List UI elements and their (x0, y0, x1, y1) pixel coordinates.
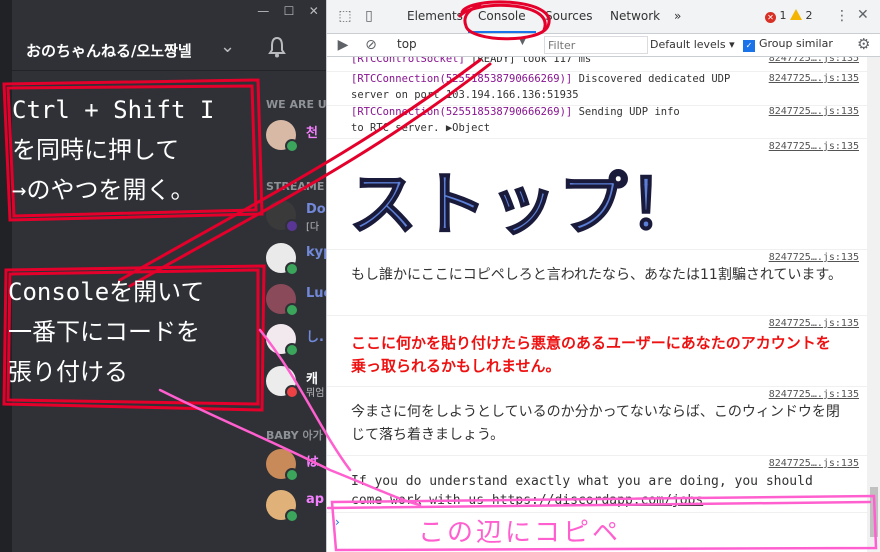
context-selector[interactable]: top (397, 37, 417, 51)
member-item[interactable]: ap (266, 490, 326, 526)
error-icon: ✕ (765, 12, 776, 23)
console-annotation: Consoleを開いて 一番下にコードを 張り付ける (8, 272, 204, 392)
paste-here-annotation: この辺にコピペ (418, 518, 622, 548)
stop-warning-title: ストップ！ (348, 165, 700, 246)
source-link[interactable]: 8247725….js:135 (769, 389, 859, 400)
annotation-line: 張り付ける (8, 358, 128, 386)
member-item[interactable]: Luc (266, 284, 331, 320)
annotation-line: Ctrl + Shift I (12, 96, 215, 124)
status-online-icon (285, 343, 299, 357)
source-link[interactable]: 8247725….js:135 (769, 141, 859, 152)
group-similar-label: Group similar (759, 37, 833, 50)
devtools-tabbar: ⬚ ▯ Elements Console Sources Network » ✕… (327, 0, 880, 34)
tab-sources[interactable]: Sources (535, 0, 602, 33)
close-devtools-icon[interactable]: ✕ (857, 7, 869, 23)
annotation-line: 一番下にコードを (8, 318, 200, 346)
log-tag: [RTCConnection(525518538790666269)] (351, 106, 573, 118)
log-tag: [RTCConnection(525518538790666269)] (351, 73, 573, 85)
maximize-button[interactable]: ☐ (284, 4, 295, 22)
sidebar-toggle-icon[interactable]: ▶ (335, 37, 351, 53)
tab-console[interactable]: Console (468, 0, 536, 33)
status-online-icon (285, 509, 299, 523)
member-activity: 뭐엄 (306, 388, 325, 399)
console-message: [RTCConnection(525518538790666269)] Disc… (327, 71, 867, 106)
log-levels-dropdown[interactable]: Default levels ▾ (650, 38, 735, 51)
annotation-line: を同時に押して (12, 136, 180, 164)
status-streaming-icon (285, 219, 299, 233)
member-item[interactable]: 캐 뭐엄 (266, 366, 326, 402)
member-item[interactable]: は (266, 449, 326, 485)
gear-icon[interactable]: ⚙ (857, 35, 870, 53)
member-name: Do (306, 202, 326, 217)
annotation-line: Consoleを開いて (8, 278, 205, 306)
tab-network[interactable]: Network (600, 0, 670, 33)
console-message: 8247725….js:135 If you do understand exa… (327, 456, 867, 513)
source-link[interactable]: 8247725….js:135 (769, 318, 859, 329)
close-window-button[interactable]: ✕ (309, 4, 319, 22)
console-message: 8247725….js:135 ストップ！ (327, 139, 867, 250)
console-output[interactable]: [RTCControlSocket] [READY] took 117 ms 8… (327, 57, 867, 552)
console-toolbar: ▶ ⊘ top ▼ Default levels ▾ ✓ Group simila… (327, 34, 880, 57)
member-section-streaming: STREAME (266, 180, 325, 193)
source-link[interactable]: 8247725….js:135 (769, 252, 859, 263)
jobs-link[interactable]: https://discordapp.com/jobs (492, 493, 703, 508)
source-link[interactable]: 8247725….js:135 (769, 73, 859, 84)
log-levels-label: Default levels (650, 38, 726, 51)
member-section-we-are: WE ARE U (266, 98, 327, 111)
console-message: [RTCConnection(525518538790666269)] Send… (327, 104, 867, 139)
devtools-panel: ⬚ ▯ Elements Console Sources Network » ✕… (326, 0, 880, 552)
shortcut-annotation: Ctrl + Shift I を同時に押して →のやつを開く。 (12, 90, 214, 210)
tab-elements[interactable]: Elements (397, 0, 473, 33)
server-name: おのちゃんねる/오노짱넬 (26, 42, 192, 60)
warning-count: 2 (805, 9, 813, 22)
scrollbar-thumb[interactable] (870, 487, 878, 537)
log-text: [READY] took 117 ms (464, 57, 592, 65)
member-item[interactable]: Do [다 (266, 200, 326, 236)
source-link[interactable]: 8247725….js:135 (769, 106, 859, 117)
issue-counter[interactable]: ✕ 1 2 (765, 9, 813, 23)
member-item[interactable]: し. (266, 324, 326, 360)
filter-input[interactable] (544, 36, 648, 54)
error-count: 1 (779, 9, 787, 22)
console-message: 8247725….js:135 もし誰かにここにコピペしろと言われたなら、あなた… (327, 250, 867, 316)
member-name: ap (306, 492, 325, 507)
log-tag: [RTCControlSocket] (351, 57, 465, 65)
inspect-element-icon[interactable]: ⬚ (337, 8, 353, 24)
console-message: 8247725….js:135 ここに何かを貼り付けたら悪意のあるユーザーにあな… (327, 316, 867, 387)
source-link[interactable]: 8247725….js:135 (769, 57, 859, 64)
status-online-icon (285, 303, 299, 317)
device-toolbar-icon[interactable]: ▯ (361, 8, 377, 24)
status-dnd-icon (285, 385, 299, 399)
clear-console-icon[interactable]: ⊘ (363, 37, 379, 53)
member-item[interactable]: 천 (266, 120, 326, 156)
window-controls: — ☐ ✕ (250, 4, 326, 22)
warning-icon (790, 9, 802, 20)
member-activity: [다 (306, 222, 320, 233)
annotation-line: →のやつを開く。 (12, 176, 195, 204)
minimize-button[interactable]: — (257, 4, 269, 22)
more-tabs-button[interactable]: » (664, 0, 691, 33)
source-link[interactable]: 8247725….js:135 (769, 458, 859, 469)
console-prompt-icon[interactable]: › (335, 515, 340, 529)
chevron-down-icon[interactable]: ⌄ (220, 36, 235, 57)
checkbox-checked-icon: ✓ (743, 40, 755, 52)
bell-icon[interactable] (268, 36, 286, 58)
status-online-icon (285, 468, 299, 482)
status-online-icon (285, 262, 299, 276)
member-section-baby: BABY 아가 (266, 429, 323, 442)
member-name: し. (306, 330, 324, 345)
member-name: は (306, 455, 320, 470)
status-online-icon (285, 139, 299, 153)
group-similar-checkbox[interactable]: ✓ Group similar (743, 37, 833, 52)
member-item[interactable]: kyp (266, 243, 332, 279)
console-message: [RTCControlSocket] [READY] took 117 ms 8… (327, 57, 867, 72)
member-name: 천 (306, 126, 318, 141)
console-message: 8247725….js:135 今まさに何をしようとしているのか分かってないなら… (327, 387, 867, 456)
more-options-icon[interactable]: ⋮ (835, 8, 849, 24)
chevron-down-icon[interactable]: ▼ (519, 37, 526, 47)
console-scrollbar[interactable] (867, 57, 880, 552)
